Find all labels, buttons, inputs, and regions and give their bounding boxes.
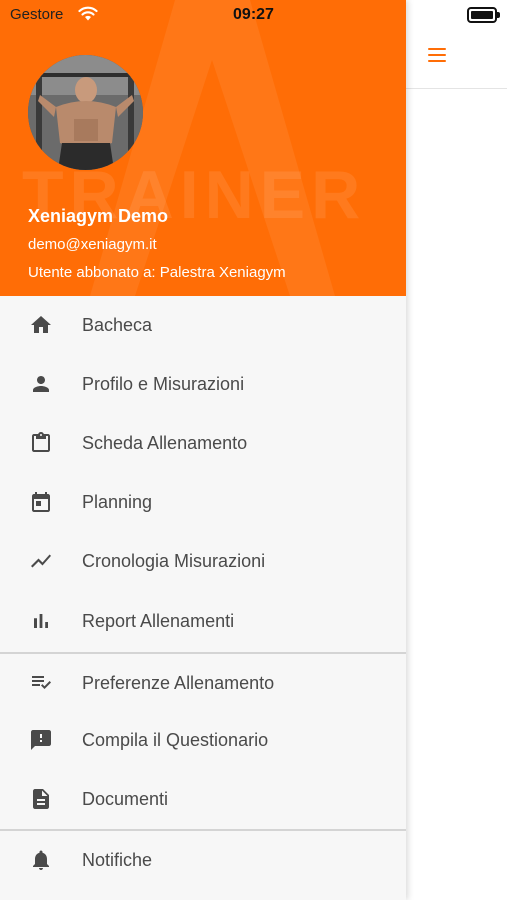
user-name: Xeniagym Demo: [28, 206, 169, 226]
menu-item-label: Profilo e Misurazioni: [82, 374, 245, 394]
menu-item-bacheca[interactable]: Bacheca: [0, 296, 406, 354]
menu-item-questionario[interactable]: Compila il Questionario: [0, 711, 406, 769]
menu-item-label: Preferenze Allenamento: [82, 673, 275, 693]
menu-item-documenti[interactable]: Documenti: [0, 770, 406, 828]
bell-icon: [33, 850, 49, 870]
feedback-icon: [31, 730, 51, 750]
battery-icon: [467, 7, 500, 23]
menu-item-label: Planning: [82, 492, 153, 512]
avatar[interactable]: [28, 55, 143, 170]
navigation-drawer: TRAINER Xeniagym Demo demo@xeniagym.it U…: [0, 0, 406, 900]
status-time: 09:27: [233, 6, 274, 23]
hamburger-menu-icon[interactable]: [428, 48, 446, 62]
bar-chart-icon: [34, 614, 48, 628]
user-email: demo@xeniagym.it: [28, 236, 157, 253]
trend-line-icon: [31, 554, 51, 568]
menu-item-label: Notifiche: [82, 850, 153, 870]
menu-item-label: Cronologia Misurazioni: [82, 551, 266, 571]
menu-item-profilo[interactable]: Profilo e Misurazioni: [0, 355, 406, 413]
drawer-header: TRAINER Xeniagym Demo demo@xeniagym.it U…: [0, 0, 406, 296]
menu-item-report[interactable]: Report Allenamenti: [0, 592, 406, 650]
avatar-photo: [28, 55, 143, 170]
home-icon: [31, 316, 51, 333]
menu-item-label: Documenti: [82, 789, 169, 809]
menu-item-scheda[interactable]: Scheda Allenamento: [0, 414, 406, 472]
person-icon: [33, 376, 49, 392]
checklist-icon: [32, 676, 51, 689]
menu-item-cronologia[interactable]: Cronologia Misurazioni: [0, 532, 406, 590]
menu-item-label: Report Allenamenti: [82, 611, 235, 631]
menu-item-preferenze[interactable]: Preferenze Allenamento: [0, 654, 406, 712]
menu-item-label: Scheda Allenamento: [82, 433, 248, 453]
menu-item-label: Compila il Questionario: [82, 730, 269, 750]
menu-item-planning[interactable]: Planning: [0, 473, 406, 531]
clipboard-icon: [32, 432, 50, 452]
status-bar: Gestore 09:27: [0, 0, 507, 30]
calendar-icon: [32, 492, 50, 512]
menu-item-notifiche[interactable]: Notifiche: [0, 831, 406, 889]
menu-item-label: Bacheca: [82, 315, 153, 335]
document-icon: [33, 789, 49, 809]
user-subscription: Utente abbonato a: Palestra Xeniagym: [28, 264, 286, 281]
